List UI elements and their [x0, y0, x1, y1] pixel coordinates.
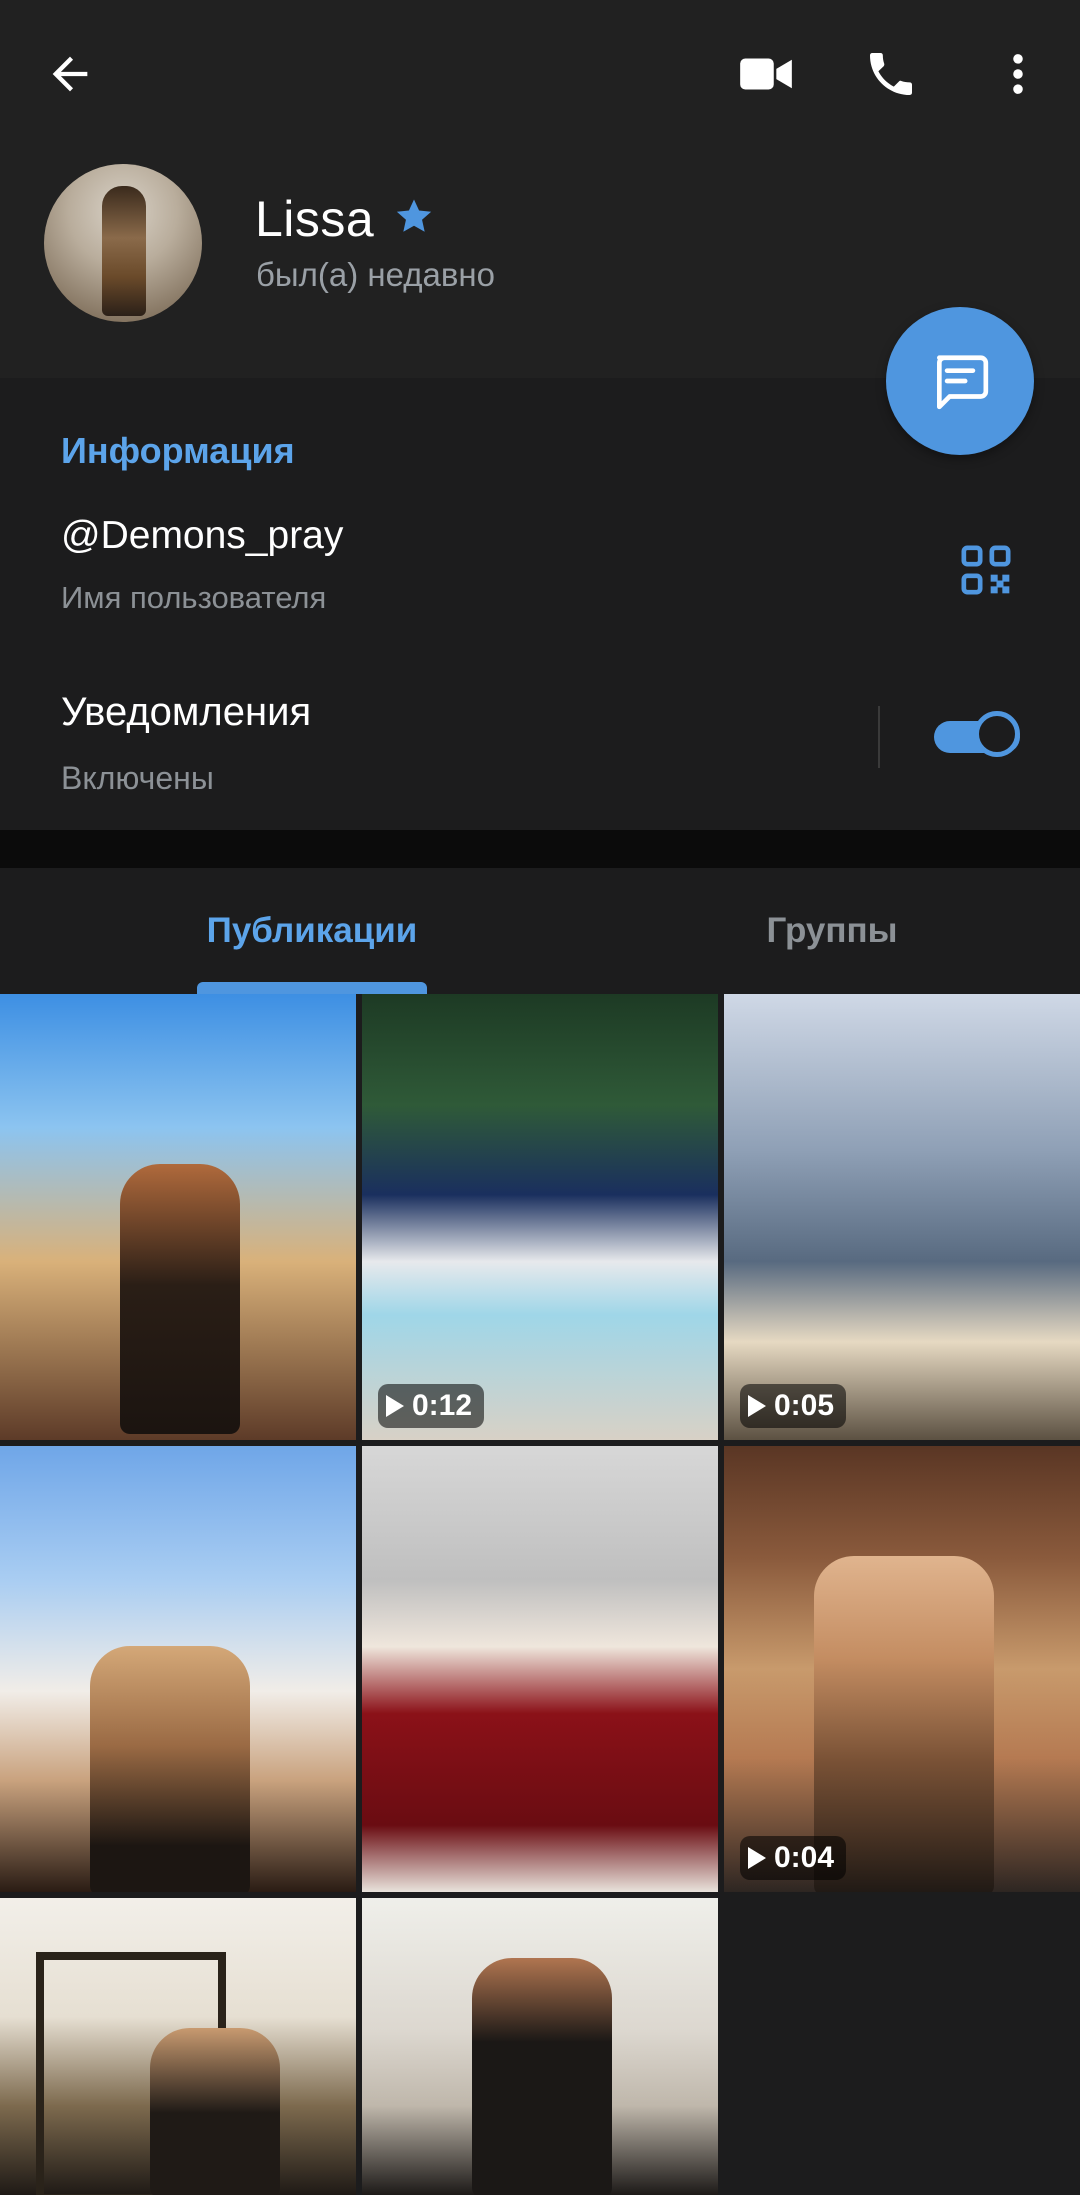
call-button[interactable] — [843, 26, 939, 122]
notifications-title: Уведомления — [61, 690, 312, 734]
media-subject — [150, 2028, 280, 2195]
profile-name: Lissa — [255, 191, 375, 247]
media-tile[interactable] — [362, 1898, 718, 2195]
username-label: Имя пользователя — [61, 580, 327, 615]
profile-status: был(а) недавно — [256, 256, 495, 293]
media-tile[interactable] — [362, 1446, 718, 1892]
toggle-knob — [974, 711, 1020, 757]
media-tile[interactable]: 0:12 — [362, 994, 718, 1440]
media-tile[interactable]: 0:04 — [724, 1446, 1080, 1892]
media-tile[interactable] — [0, 1446, 356, 1892]
arrow-left-icon — [52, 56, 88, 92]
video-camera-icon — [740, 58, 792, 90]
media-tile[interactable] — [0, 994, 356, 1440]
back-button[interactable] — [22, 26, 118, 122]
video-duration: 0:12 — [412, 1389, 473, 1422]
divider — [878, 706, 880, 768]
username[interactable]: @Demons_pray — [61, 514, 343, 558]
tab-bar: Публикации Группы — [0, 868, 1080, 994]
video-duration-badge: 0:05 — [740, 1384, 847, 1428]
message-icon — [937, 355, 989, 410]
video-duration: 0:04 — [774, 1841, 835, 1874]
info-section-title: Информация — [61, 430, 295, 471]
tab-active-indicator — [197, 982, 427, 994]
play-icon — [386, 1395, 404, 1417]
media-tile[interactable]: 0:05 — [724, 994, 1080, 1440]
play-icon — [748, 1847, 766, 1869]
phone-icon — [870, 53, 912, 95]
play-icon — [748, 1395, 766, 1417]
qr-code-icon — [961, 545, 1011, 595]
section-separator — [0, 830, 1080, 868]
more-vertical-icon — [1013, 54, 1023, 94]
tab-publications[interactable]: Публикации — [0, 868, 624, 994]
qr-code-button[interactable] — [946, 530, 1026, 610]
media-subject — [472, 1958, 612, 2195]
notifications-status: Включены — [61, 760, 214, 796]
avatar[interactable] — [44, 164, 202, 322]
notifications-toggle[interactable] — [934, 711, 1024, 763]
message-button[interactable] — [886, 307, 1034, 455]
video-duration-badge: 0:04 — [740, 1836, 847, 1880]
tab-groups[interactable]: Группы — [624, 868, 1040, 994]
media-tile[interactable] — [0, 1898, 356, 2195]
video-duration-badge: 0:12 — [378, 1384, 485, 1428]
media-grid: 0:12 0:05 0:04 — [0, 994, 1080, 2195]
avatar-figure — [102, 186, 146, 316]
star-icon — [396, 199, 432, 232]
video-call-button[interactable] — [718, 26, 814, 122]
media-subject — [120, 1164, 240, 1434]
more-options-button[interactable] — [970, 26, 1066, 122]
video-duration: 0:05 — [774, 1389, 835, 1422]
media-subject — [90, 1646, 250, 1892]
